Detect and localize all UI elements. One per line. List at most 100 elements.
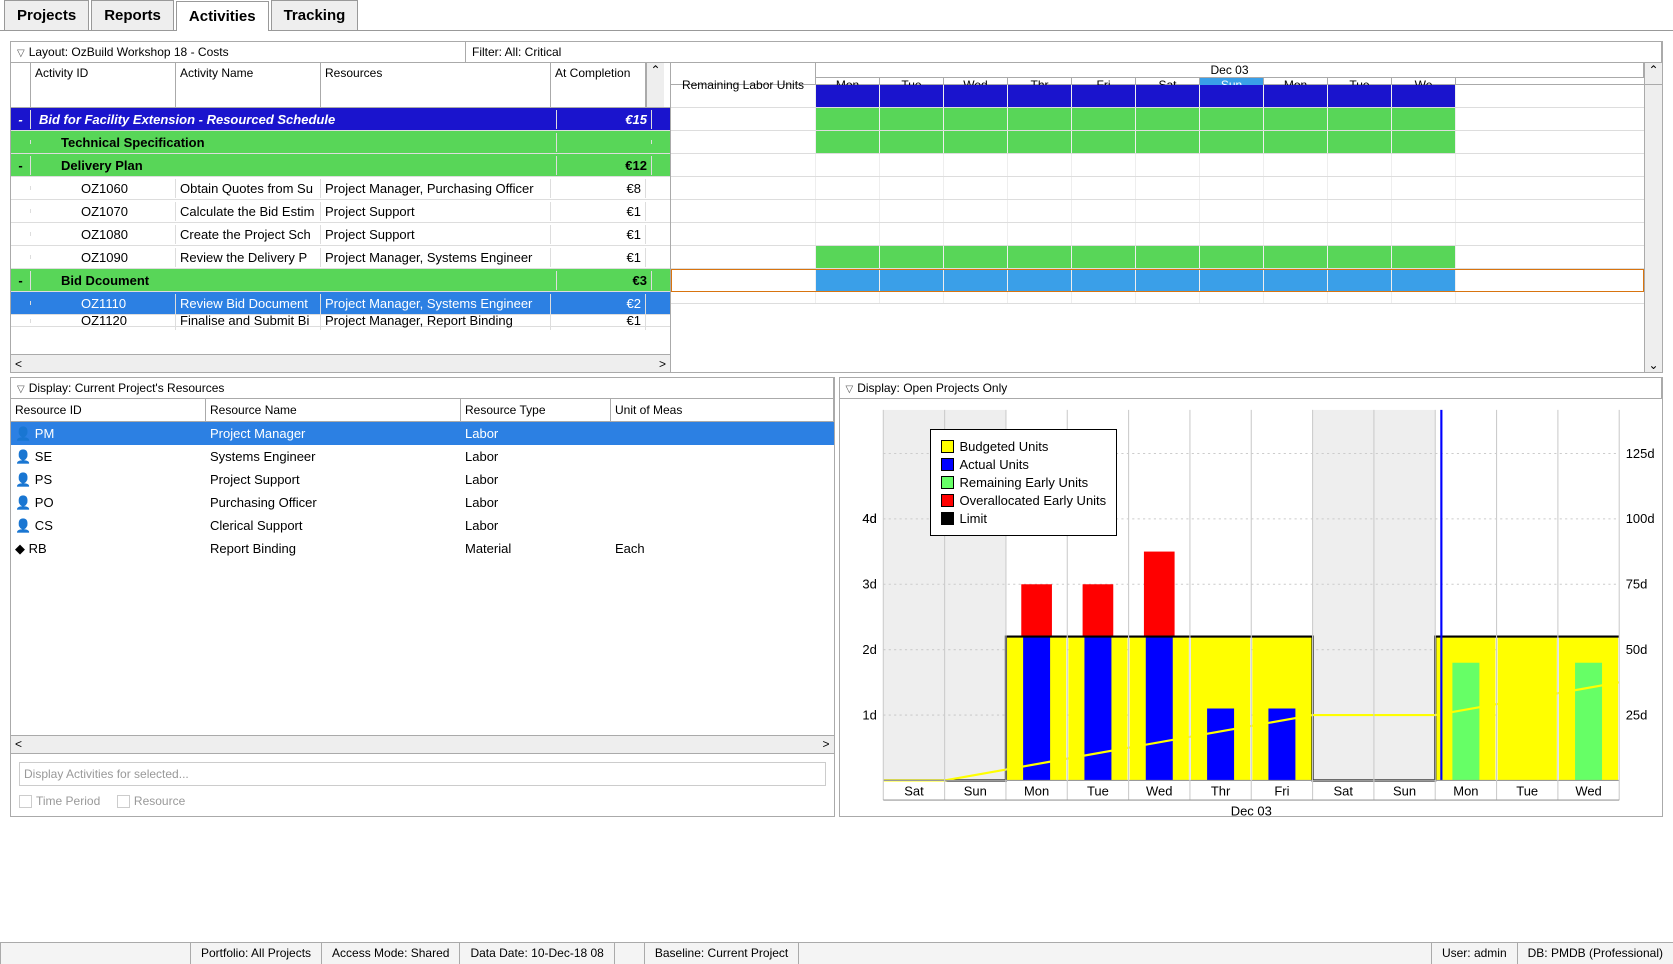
filter-label: Filter: All: Critical bbox=[466, 42, 1662, 62]
svg-text:Thr: Thr bbox=[1210, 784, 1230, 799]
resource-icon: 👤 bbox=[15, 472, 31, 487]
col-at-completion[interactable]: At Completion bbox=[551, 63, 646, 107]
tab-projects[interactable]: Projects bbox=[4, 0, 89, 30]
tab-activities[interactable]: Activities bbox=[176, 1, 269, 31]
svg-text:25d: 25d bbox=[1625, 707, 1647, 722]
chevron-down-icon bbox=[846, 381, 854, 395]
gantt-month-header: Dec 03 bbox=[816, 63, 1644, 78]
svg-text:4d: 4d bbox=[862, 511, 876, 526]
svg-text:Fri: Fri bbox=[1274, 784, 1289, 799]
gantt-row[interactable] bbox=[671, 177, 1644, 200]
resource-icon: 👤 bbox=[15, 518, 31, 533]
status-bar: Portfolio: All Projects Access Mode: Sha… bbox=[0, 942, 1673, 964]
svg-text:1d: 1d bbox=[862, 707, 876, 722]
col-activity-id[interactable]: Activity ID bbox=[31, 63, 176, 107]
activity-row[interactable]: OZ1120Finalise and Submit BiProject Mana… bbox=[11, 315, 670, 327]
svg-text:2d: 2d bbox=[862, 642, 876, 657]
resource-row[interactable]: ◆ RB Report Binding Material Each bbox=[11, 537, 834, 560]
gantt-row[interactable] bbox=[671, 269, 1644, 292]
gantt-row[interactable] bbox=[671, 200, 1644, 223]
svg-text:Wed: Wed bbox=[1575, 784, 1601, 799]
main-tabs: ProjectsReportsActivitiesTracking bbox=[0, 0, 1673, 31]
svg-text:Sun: Sun bbox=[1393, 784, 1416, 799]
status-portfolio: Portfolio: All Projects bbox=[190, 943, 321, 964]
col-resource-id[interactable]: Resource ID bbox=[11, 399, 206, 421]
status-db: DB: PMDB (Professional) bbox=[1517, 943, 1673, 964]
svg-text:Mon: Mon bbox=[1023, 784, 1048, 799]
activity-table[interactable]: Activity ID Activity Name Resources At C… bbox=[11, 63, 671, 372]
svg-text:3d: 3d bbox=[862, 577, 876, 592]
wbs-row[interactable]: -Delivery Plan€12 bbox=[11, 154, 670, 177]
resource-row[interactable]: 👤 PM Project Manager Labor bbox=[11, 422, 834, 445]
horizontal-scrollbar[interactable]: <> bbox=[11, 735, 834, 753]
resource-row[interactable]: 👤 PO Purchasing Officer Labor bbox=[11, 491, 834, 514]
time-period-checkbox[interactable]: Time Period bbox=[19, 794, 100, 808]
legend-item: Overallocated Early Units bbox=[941, 493, 1107, 508]
svg-text:100d: 100d bbox=[1625, 511, 1654, 526]
gantt-chart[interactable]: Remaining Labor Units Dec 03 MonTueWedTh… bbox=[671, 63, 1662, 372]
svg-text:Wed: Wed bbox=[1146, 784, 1172, 799]
resource-row[interactable]: 👤 CS Clerical Support Labor bbox=[11, 514, 834, 537]
legend-item: Budgeted Units bbox=[941, 439, 1107, 454]
col-resources[interactable]: Resources bbox=[321, 63, 551, 107]
chart-legend: Budgeted Units Actual Units Remaining Earl… bbox=[930, 429, 1118, 536]
histogram-display-dropdown[interactable]: Display: Open Projects Only bbox=[840, 378, 1663, 398]
activity-row[interactable]: OZ1070Calculate the Bid EstimProject Sup… bbox=[11, 200, 670, 223]
svg-text:Dec 03: Dec 03 bbox=[1230, 803, 1271, 818]
svg-text:Mon: Mon bbox=[1453, 784, 1478, 799]
col-unit[interactable]: Unit of Meas bbox=[611, 399, 834, 421]
chevron-down-icon bbox=[17, 45, 25, 59]
resource-icon: 👤 bbox=[15, 449, 31, 464]
activity-row[interactable]: OZ1080Create the Project SchProject Supp… bbox=[11, 223, 670, 246]
status-baseline: Baseline: Current Project bbox=[644, 943, 798, 964]
resource-display-dropdown[interactable]: Display: Current Project's Resources bbox=[11, 378, 834, 398]
gantt-row[interactable] bbox=[671, 292, 1644, 304]
svg-text:50d: 50d bbox=[1625, 642, 1647, 657]
resource-icon: 👤 bbox=[15, 426, 31, 441]
svg-text:Sat: Sat bbox=[904, 784, 924, 799]
workspace: Layout: OzBuild Workshop 18 - Costs Filt… bbox=[0, 31, 1673, 831]
svg-text:Sat: Sat bbox=[1333, 784, 1353, 799]
svg-text:75d: 75d bbox=[1625, 577, 1647, 592]
resource-row[interactable]: 👤 PS Project Support Labor bbox=[11, 468, 834, 491]
resource-checkbox[interactable]: Resource bbox=[117, 794, 185, 808]
gantt-row[interactable] bbox=[671, 154, 1644, 177]
col-resource-type[interactable]: Resource Type bbox=[461, 399, 611, 421]
tab-tracking[interactable]: Tracking bbox=[271, 0, 359, 30]
resource-icon: ◆ bbox=[15, 541, 25, 556]
gantt-row[interactable] bbox=[671, 131, 1644, 154]
gantt-row[interactable] bbox=[671, 223, 1644, 246]
activity-row[interactable]: OZ1060Obtain Quotes from SuProject Manag… bbox=[11, 177, 670, 200]
svg-text:Tue: Tue bbox=[1086, 784, 1108, 799]
legend-item: Limit bbox=[941, 511, 1107, 526]
resource-icon: 👤 bbox=[15, 495, 31, 510]
tab-reports[interactable]: Reports bbox=[91, 0, 174, 30]
svg-text:125d: 125d bbox=[1625, 446, 1654, 461]
layout-dropdown[interactable]: Layout: OzBuild Workshop 18 - Costs bbox=[11, 42, 466, 62]
col-activity-name[interactable]: Activity Name bbox=[176, 63, 321, 107]
activity-row[interactable]: OZ1090Review the Delivery PProject Manag… bbox=[11, 246, 670, 269]
status-access-mode: Access Mode: Shared bbox=[321, 943, 459, 964]
activity-filter-input[interactable]: Display Activities for selected... bbox=[19, 762, 826, 786]
filter-box: Display Activities for selected... Time … bbox=[11, 753, 834, 816]
status-data-date: Data Date: 10-Dec-18 08 bbox=[459, 943, 613, 964]
col-resource-name[interactable]: Resource Name bbox=[206, 399, 461, 421]
wbs-row[interactable]: Technical Specification bbox=[11, 131, 670, 154]
legend-item: Remaining Early Units bbox=[941, 475, 1107, 490]
gantt-row[interactable] bbox=[671, 108, 1644, 131]
svg-text:Tue: Tue bbox=[1516, 784, 1538, 799]
histogram-display-label: Display: Open Projects Only bbox=[857, 381, 1007, 395]
layout-bar: Layout: OzBuild Workshop 18 - Costs Filt… bbox=[11, 42, 1662, 63]
wbs-row[interactable]: -Bid for Facility Extension - Resourced … bbox=[11, 108, 670, 131]
histogram-panel: Display: Open Projects Only Budgeted Uni… bbox=[839, 377, 1664, 817]
gantt-row[interactable] bbox=[671, 85, 1644, 108]
wbs-row[interactable]: -Bid Dcoument€3 bbox=[11, 269, 670, 292]
horizontal-scrollbar[interactable]: <> bbox=[11, 354, 670, 372]
resource-panel: Display: Current Project's Resources Res… bbox=[10, 377, 835, 817]
status-user: User: admin bbox=[1431, 943, 1517, 964]
legend-item: Actual Units bbox=[941, 457, 1107, 472]
resource-display-label: Display: Current Project's Resources bbox=[29, 381, 225, 395]
resource-row[interactable]: 👤 SE Systems Engineer Labor bbox=[11, 445, 834, 468]
layout-label: Layout: OzBuild Workshop 18 - Costs bbox=[29, 45, 229, 59]
gantt-row[interactable] bbox=[671, 246, 1644, 269]
